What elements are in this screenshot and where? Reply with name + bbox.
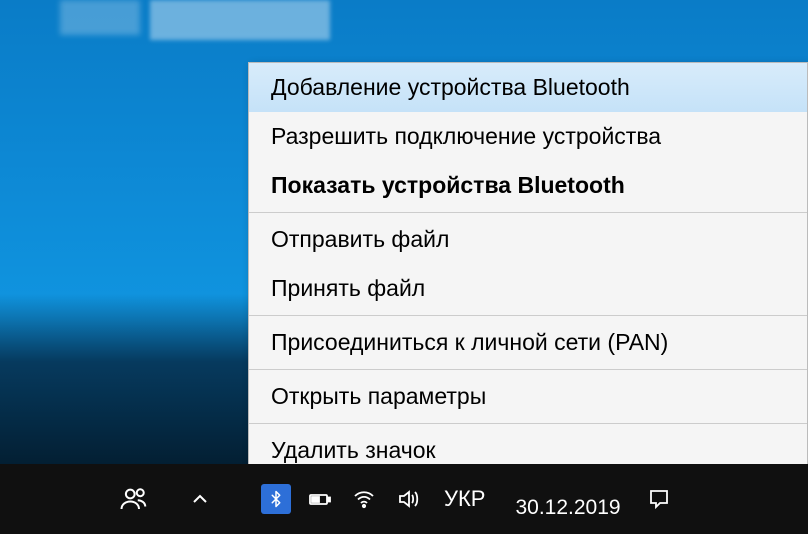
- language-indicator[interactable]: УКР: [434, 486, 495, 512]
- menu-separator: [249, 315, 807, 316]
- menu-separator: [249, 369, 807, 370]
- wallpaper-highlight: [150, 0, 330, 40]
- menu-item-open-settings[interactable]: Открыть параметры: [249, 372, 807, 421]
- menu-separator: [249, 212, 807, 213]
- taskbar: УКР 30.12.2019: [0, 464, 808, 534]
- menu-item-send-file[interactable]: Отправить файл: [249, 215, 807, 264]
- action-center-icon[interactable]: [641, 481, 677, 517]
- wifi-icon[interactable]: [346, 481, 382, 517]
- bluetooth-context-menu: Добавление устройства Bluetooth Разрешит…: [248, 62, 808, 476]
- volume-icon[interactable]: [390, 481, 426, 517]
- menu-item-receive-file[interactable]: Принять файл: [249, 264, 807, 313]
- menu-separator: [249, 423, 807, 424]
- taskbar-time: [565, 478, 571, 496]
- taskbar-clock[interactable]: 30.12.2019: [503, 478, 632, 519]
- wallpaper-highlight: [60, 0, 140, 35]
- tray-chevron-up-icon[interactable]: [182, 481, 218, 517]
- menu-item-allow-connection[interactable]: Разрешить подключение устройства: [249, 112, 807, 161]
- people-icon[interactable]: [116, 481, 152, 517]
- taskbar-left-region: [0, 464, 248, 534]
- taskbar-date: 30.12.2019: [515, 496, 620, 519]
- menu-item-join-pan[interactable]: Присоединиться к личной сети (PAN): [249, 318, 807, 367]
- battery-icon[interactable]: [302, 481, 338, 517]
- menu-item-add-bluetooth-device[interactable]: Добавление устройства Bluetooth: [249, 63, 807, 112]
- bluetooth-tray-icon[interactable]: [258, 481, 294, 517]
- menu-item-show-bluetooth-devices[interactable]: Показать устройства Bluetooth: [249, 161, 807, 210]
- taskbar-systray: УКР 30.12.2019: [248, 464, 808, 534]
